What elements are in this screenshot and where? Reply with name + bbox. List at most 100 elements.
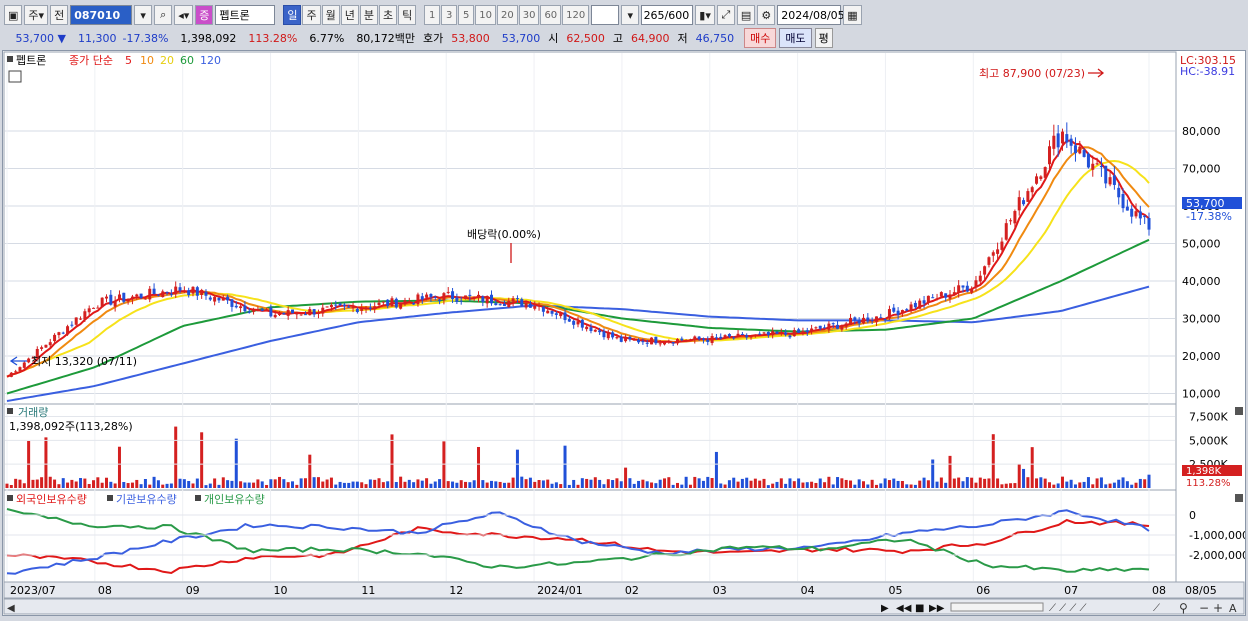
interval-button[interactable]: 60 — [540, 5, 562, 25]
volume-bar — [256, 479, 260, 488]
volume-bar — [360, 482, 364, 488]
candle-body — [70, 324, 74, 326]
candle-body — [585, 326, 589, 330]
interval-button[interactable]: 1 — [424, 5, 441, 25]
scroll-left-icon[interactable]: ◀ — [7, 603, 15, 614]
fit-icon[interactable]: ⟋ — [1153, 603, 1160, 614]
candle-body — [931, 297, 935, 299]
chart-svg[interactable]: 10,00020,00030,00040,00050,00060,00070,0… — [3, 51, 1248, 615]
candle-body — [922, 300, 926, 304]
volume-bar — [57, 484, 61, 488]
calendar-icon[interactable]: ▦ — [843, 5, 862, 25]
menu-icon[interactable]: ▣ — [4, 5, 23, 25]
stop-icon[interactable]: ■ — [915, 603, 924, 614]
candle-body — [169, 293, 173, 295]
volume-bar — [433, 481, 437, 488]
volume-close-icon[interactable] — [1235, 407, 1243, 415]
draw-line-icon[interactable]: ⟋ ⟋ ⟋ ⟋ — [1049, 603, 1087, 614]
candle-body — [200, 289, 204, 295]
save-icon[interactable]: ▤ — [736, 5, 756, 25]
candle-body — [957, 285, 961, 293]
volume-bar — [771, 483, 775, 488]
sell-button[interactable]: 매도 — [779, 28, 812, 48]
candle-body — [40, 347, 44, 349]
period-button[interactable]: 초 — [378, 5, 398, 25]
volume-bar — [658, 479, 662, 488]
volume-bar — [849, 480, 853, 488]
volume-bar — [442, 441, 446, 488]
volume-bar — [697, 478, 701, 488]
volume-bar — [156, 480, 160, 488]
candle-body — [745, 335, 749, 338]
candle-body — [416, 294, 420, 305]
buy-button[interactable]: 매수 — [744, 28, 777, 48]
zoom-out-icon[interactable]: ⚲ — [1179, 601, 1188, 615]
stock-name-field[interactable]: 펩트론 — [215, 5, 276, 25]
candle-body — [520, 299, 524, 307]
settings-icon[interactable]: ⚙ — [757, 5, 776, 25]
period-button[interactable]: 월 — [321, 5, 340, 25]
x-tick-label: 02 — [625, 584, 639, 597]
play-icon[interactable]: ▶ — [881, 603, 889, 614]
candle-type-icon[interactable]: ▮▾ — [695, 5, 715, 25]
interval-button[interactable]: 3 — [441, 5, 458, 25]
volume-legend-icon — [7, 408, 13, 414]
grid-toggle-icon[interactable] — [8, 70, 22, 83]
candle-body — [351, 307, 355, 309]
dropdown-icon[interactable]: ▾ — [134, 5, 153, 25]
market-select[interactable]: 주 ▾ — [24, 5, 49, 25]
candle-body — [278, 314, 282, 316]
candle-body — [485, 296, 489, 304]
plus-icon[interactable]: + — [1213, 601, 1223, 615]
interval-button[interactable]: 30 — [518, 5, 540, 25]
speaker-icon[interactable]: ◂▾ — [174, 5, 194, 25]
interval-dropdown-icon[interactable]: ▾ — [621, 5, 640, 25]
volume-bar — [957, 477, 961, 488]
interval-button[interactable]: 10 — [475, 5, 496, 25]
candle-body — [286, 310, 290, 316]
interval-button[interactable]: 120 — [562, 5, 590, 25]
date-input[interactable]: 2024/08/05 — [777, 5, 845, 25]
search-icon[interactable]: ⌕ — [154, 5, 173, 25]
candle-body — [22, 362, 26, 368]
volume-bar — [412, 482, 416, 488]
stock-code-input[interactable]: 087010 — [70, 5, 133, 25]
period-button[interactable]: 분 — [359, 5, 378, 25]
interval-custom-input[interactable] — [591, 5, 620, 25]
zoom-slider[interactable] — [950, 602, 1044, 612]
candle-body — [316, 312, 320, 314]
forward-icon[interactable]: ▶▶ — [929, 603, 945, 614]
x-tick-label: 08 — [98, 584, 112, 597]
candle-body — [92, 307, 96, 309]
candle-body — [831, 323, 835, 325]
candle-body — [818, 325, 822, 329]
volume-bar — [533, 481, 537, 488]
candle-body — [680, 338, 684, 341]
volume-bar — [1104, 484, 1108, 488]
candle-body — [442, 293, 446, 301]
draw-tool-icon[interactable]: ⤢ — [716, 5, 735, 25]
volume-bar — [329, 477, 333, 488]
volume-bar — [887, 480, 891, 488]
candle-body — [528, 303, 532, 308]
chart-area[interactable]: 10,00020,00030,00040,00050,00060,00070,0… — [2, 50, 1248, 616]
period-button[interactable]: 년 — [340, 5, 359, 25]
candle-body — [221, 297, 225, 301]
prev-button[interactable]: 전 — [50, 5, 69, 25]
rewind-icon[interactable]: ◀◀ — [896, 603, 912, 614]
volume-bar — [952, 478, 956, 488]
period-button[interactable]: 일 — [283, 5, 302, 25]
minus-icon[interactable]: − — [1199, 601, 1209, 615]
trade-amount: 80,172백만 — [356, 32, 416, 45]
period-button[interactable]: 틱 — [398, 5, 417, 25]
bar-count-field[interactable]: 265/600 — [641, 5, 694, 25]
candle-body — [1143, 215, 1147, 218]
font-size-icon[interactable]: A — [1229, 602, 1237, 615]
holdings-close-icon[interactable] — [1235, 494, 1243, 502]
period-button[interactable]: 주 — [302, 5, 321, 25]
volume-bar — [814, 482, 818, 488]
interval-button[interactable]: 5 — [458, 5, 475, 25]
interval-button[interactable]: 20 — [496, 5, 518, 25]
candle-body — [572, 320, 576, 325]
average-button[interactable]: 평 — [814, 28, 833, 48]
